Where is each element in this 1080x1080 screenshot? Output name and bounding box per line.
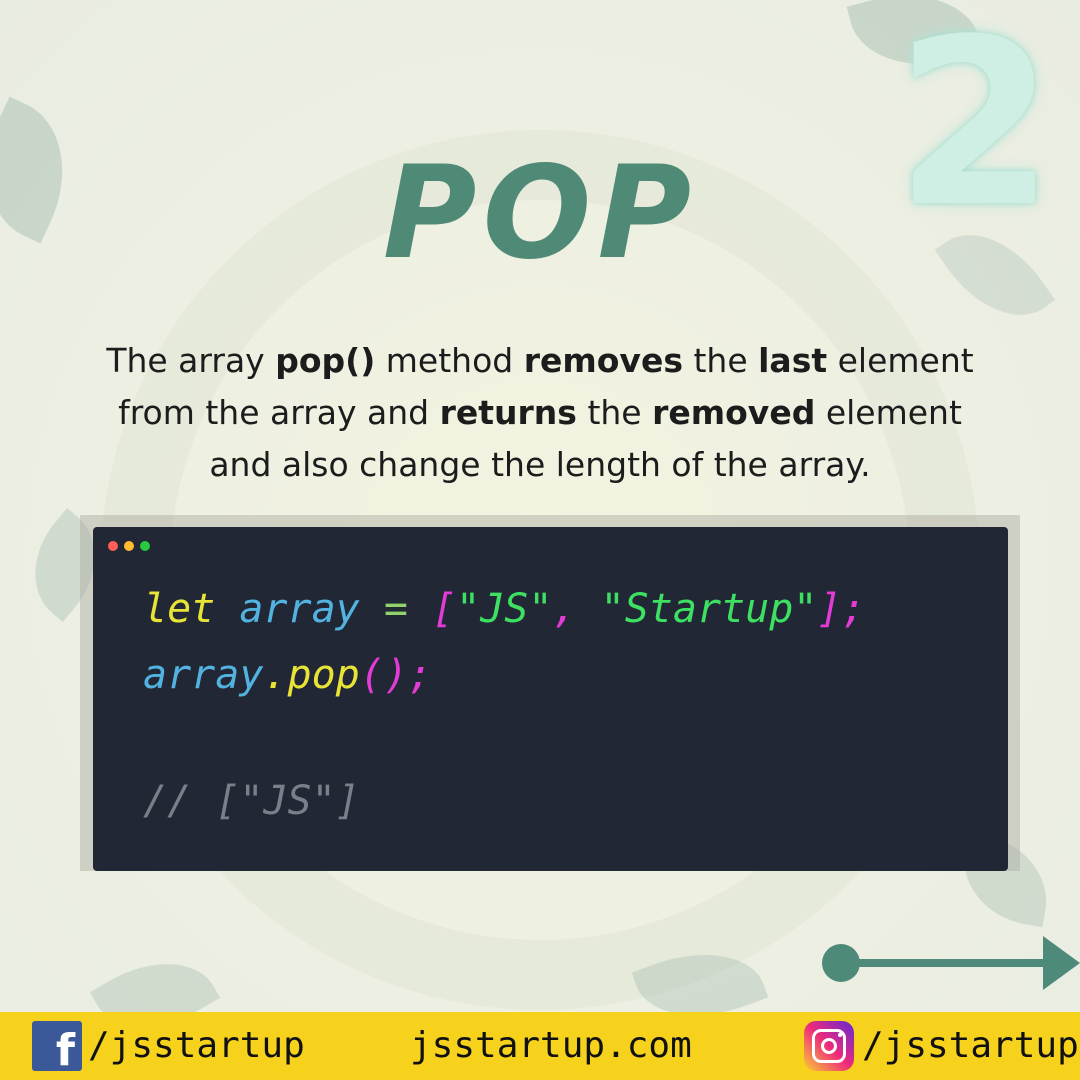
instagram-icon[interactable]	[804, 1021, 854, 1071]
description-bold: pop()	[275, 341, 376, 380]
instagram-icon-lens	[821, 1038, 837, 1054]
arrow-shaft	[850, 959, 1050, 967]
code-comment: // ["JS"]	[143, 778, 360, 824]
code-bracket: ];	[817, 586, 866, 632]
code-variable: array	[239, 586, 360, 632]
description-bold: last	[758, 341, 828, 380]
code-string: "Startup"	[600, 586, 818, 632]
description-text: the	[682, 341, 759, 380]
description: The array pop() method removes the last …	[90, 335, 990, 491]
window-maximize-dot	[140, 541, 150, 551]
description-text: method	[375, 341, 524, 380]
arrow-tail-dot	[822, 944, 860, 982]
code-operator: =	[383, 586, 408, 632]
window-close-dot	[108, 541, 118, 551]
facebook-handle[interactable]: /jsstartup	[88, 1025, 305, 1067]
code-line-2: array.pop();	[143, 655, 432, 695]
footer: f /jsstartup jsstartup.com /jsstartup	[0, 1012, 1080, 1080]
code-line-1: let array = ["JS", "Startup"];	[143, 589, 866, 629]
website-link[interactable]: jsstartup.com	[410, 1025, 692, 1067]
code-parens: ();	[359, 652, 432, 698]
page-title: POP	[382, 139, 698, 288]
window-minimize-dot	[124, 541, 134, 551]
instagram-handle[interactable]: /jsstartup	[862, 1025, 1079, 1067]
code-variable: array	[143, 652, 264, 698]
facebook-icon[interactable]: f	[32, 1021, 82, 1071]
description-bold: removes	[523, 341, 683, 380]
description-text: The array	[106, 341, 276, 380]
instagram-icon-dot	[838, 1033, 842, 1037]
description-bold: returns	[439, 393, 577, 432]
arrow-head	[1043, 936, 1080, 990]
code-comma: ,	[552, 586, 601, 632]
code-bracket: [	[432, 586, 457, 632]
code-string: "JS"	[456, 586, 553, 632]
description-bold: removed	[652, 393, 816, 432]
code-window: let array = ["JS", "Startup"]; array.pop…	[93, 527, 1008, 871]
code-method: .pop	[263, 652, 360, 698]
description-text: the	[576, 393, 653, 432]
slide: 2 POP The array pop() method removes the…	[0, 0, 1080, 1080]
code-keyword: let	[143, 586, 216, 632]
